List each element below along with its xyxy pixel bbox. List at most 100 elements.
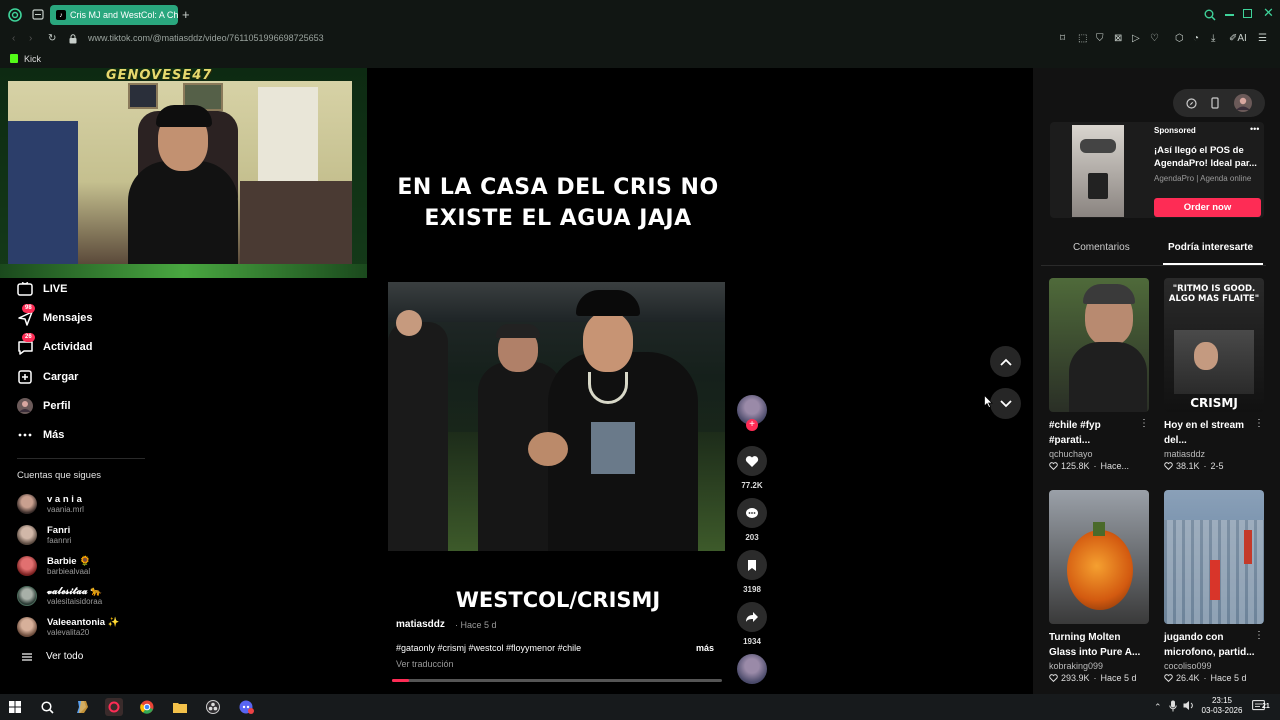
following-item[interactable]: v a n i a vaania.mrl <box>17 494 84 514</box>
sidebar-item-actividad[interactable]: 26 Actividad <box>17 333 93 356</box>
menu-icon[interactable]: ☰ <box>1258 33 1267 44</box>
recommended-video-card[interactable]: #chile #fyp #parati... ⋮ qchuchayo 125.8… <box>1049 278 1149 471</box>
device-icon[interactable] <box>1211 97 1220 109</box>
video-progress-bar[interactable] <box>392 679 722 682</box>
panel-toolbar <box>1173 89 1265 117</box>
video-player[interactable] <box>388 282 725 551</box>
previous-video-button[interactable] <box>990 346 1021 377</box>
bookmark-icon[interactable]: ⌑ <box>1060 33 1065 44</box>
heart-icon[interactable]: ♡ <box>1150 33 1159 44</box>
recommended-video-card[interactable]: Turning Molten Glass into Pure A... kobr… <box>1049 490 1149 683</box>
card-age: Hace 5 d <box>1210 673 1247 683</box>
activity-badge: 26 <box>22 333 35 342</box>
more-icon <box>17 427 33 443</box>
sidebar-item-perfil[interactable]: Perfil <box>17 397 71 415</box>
speaker-icon[interactable] <box>1183 700 1195 711</box>
screenshot-icon[interactable]: ⬚ <box>1078 33 1087 44</box>
vpn-icon[interactable]: ⊠ <box>1114 33 1122 44</box>
sidebar-item-live[interactable]: LIVE <box>17 280 67 298</box>
more-button[interactable]: más <box>696 643 714 653</box>
clock-date: 03-03-2026 <box>1201 706 1243 715</box>
new-tab-button[interactable]: + <box>182 7 190 22</box>
recommended-video-card[interactable]: jugando con microfono, partid... ⋮ cocol… <box>1164 490 1264 683</box>
card-options-icon[interactable]: ⋮ <box>1254 630 1264 641</box>
reload-icon[interactable]: ↻ <box>48 33 56 44</box>
profile-icon[interactable]: ◔ <box>1193 33 1199 44</box>
like-button[interactable]: 77.2K <box>737 446 767 490</box>
obs-icon[interactable] <box>204 698 222 716</box>
video-thumbnail: "RITMO IS GOOD. ALGO MAS FLAITE" CRISMJ <box>1164 278 1264 412</box>
copilot-icon[interactable] <box>73 698 91 716</box>
sidebar-item-mensajes[interactable]: 98 Mensajes <box>17 304 93 327</box>
sidebar-item-label: LIVE <box>43 283 68 295</box>
following-item[interactable]: Valeeantonia ✨ valevalita20 <box>17 617 120 637</box>
compass-icon[interactable] <box>1186 97 1197 109</box>
ad-options-icon[interactable]: ••• <box>1250 124 1259 134</box>
opera-gx-icon[interactable] <box>105 698 123 716</box>
microphone-icon[interactable] <box>1169 700 1177 712</box>
sponsored-ad[interactable]: Sponsored ••• ¡Así llegó el POS de Agend… <box>1050 122 1264 218</box>
windows-start-icon[interactable] <box>6 698 24 716</box>
lock-icon[interactable] <box>69 34 77 44</box>
avatar <box>17 617 37 637</box>
following-item[interactable]: 𝓿𝓪𝓵𝓮𝓼𝓲𝓽𝓪𝓪 🐆 valesitaisidoraa <box>17 586 102 606</box>
share-button[interactable]: 1934 <box>737 602 767 646</box>
sidebar-item-label: Perfil <box>43 400 71 412</box>
back-icon[interactable]: ‹ <box>12 33 15 44</box>
video-hashtags[interactable]: #gataonly #crismj #westcol #floyymenor #… <box>396 643 581 653</box>
order-now-button[interactable]: Order now <box>1154 198 1261 217</box>
tab-divider <box>1041 265 1266 266</box>
url-input[interactable]: www.tiktok.com/@matiasddz/video/76110519… <box>88 33 324 43</box>
sound-avatar-button[interactable] <box>737 654 767 684</box>
file-explorer-icon[interactable] <box>171 698 189 716</box>
card-caption: Turning Molten Glass into Pure A... <box>1049 632 1141 658</box>
taskbar-clock[interactable]: 23:15 03-03-2026 <box>1196 696 1248 716</box>
forward-icon[interactable]: › <box>29 33 32 44</box>
following-name: 𝓿𝓪𝓵𝓮𝓼𝓲𝓽𝓪𝓪 🐆 <box>47 586 103 597</box>
maximize-button[interactable] <box>1243 9 1252 18</box>
search-icon[interactable] <box>1204 9 1216 21</box>
card-caption: Hoy en el stream del... <box>1164 420 1245 446</box>
author-name[interactable]: matiasddz <box>396 619 445 630</box>
card-options-icon[interactable]: ⋮ <box>1139 418 1149 429</box>
shield-icon[interactable]: ⛉ <box>1096 33 1104 44</box>
card-caption: jugando con microfono, partid... <box>1164 632 1255 658</box>
following-item[interactable]: Barbie 🌻 barbiealvaal <box>17 556 91 576</box>
follow-plus-icon[interactable]: + <box>746 419 758 431</box>
card-age: Hace... <box>1100 461 1130 471</box>
play-icon[interactable]: ▷ <box>1132 33 1140 44</box>
tab-podria-interesarte[interactable]: Podría interesarte <box>1168 242 1253 253</box>
see-all-following[interactable]: Ver todo <box>22 651 83 662</box>
sidebar-item-mas[interactable]: Más <box>17 426 64 444</box>
translate-link[interactable]: Ver traducción <box>396 659 454 669</box>
following-name: Valeeantonia ✨ <box>47 617 120 628</box>
tab-active[interactable]: ♪ Cris MJ and WestCol: A Ch <box>50 5 178 25</box>
comment-button[interactable]: 203 <box>737 498 767 542</box>
avatar <box>17 494 37 514</box>
close-button[interactable]: ✕ <box>1263 5 1274 21</box>
download-icon[interactable]: ⤓ <box>1211 33 1215 44</box>
card-options-icon[interactable]: ⋮ <box>1254 418 1264 429</box>
discord-icon[interactable] <box>237 698 255 716</box>
ai-icon[interactable]: ✐AI <box>1229 33 1247 44</box>
search-icon[interactable] <box>38 698 56 716</box>
following-name: Fanri <box>47 525 71 536</box>
workspaces-icon[interactable] <box>32 9 44 20</box>
author-avatar-button[interactable]: + <box>737 395 767 431</box>
avatar[interactable] <box>1233 94 1252 112</box>
bookmark-kick[interactable]: Kick <box>24 54 41 64</box>
tab-comentarios[interactable]: Comentarios <box>1073 242 1130 253</box>
save-button[interactable]: 3198 <box>737 550 767 594</box>
extensions-icon[interactable]: ⬡ <box>1175 33 1184 44</box>
sidebar-item-cargar[interactable]: Cargar <box>17 368 78 386</box>
minimize-button[interactable] <box>1225 14 1234 16</box>
video-thumbnail <box>1164 490 1264 624</box>
chrome-icon[interactable] <box>138 698 156 716</box>
recommended-video-card[interactable]: "RITMO IS GOOD. ALGO MAS FLAITE" CRISMJ … <box>1164 278 1264 471</box>
card-meta: 293.9K · Hace 5 d <box>1049 673 1149 683</box>
messages-icon: 98 <box>17 304 35 326</box>
tray-chevron-icon[interactable]: ⌃ <box>1154 702 1162 713</box>
following-item[interactable]: Fanri faannri <box>17 525 71 545</box>
browser-logo-icon[interactable] <box>8 8 22 22</box>
next-video-button[interactable] <box>990 388 1021 419</box>
